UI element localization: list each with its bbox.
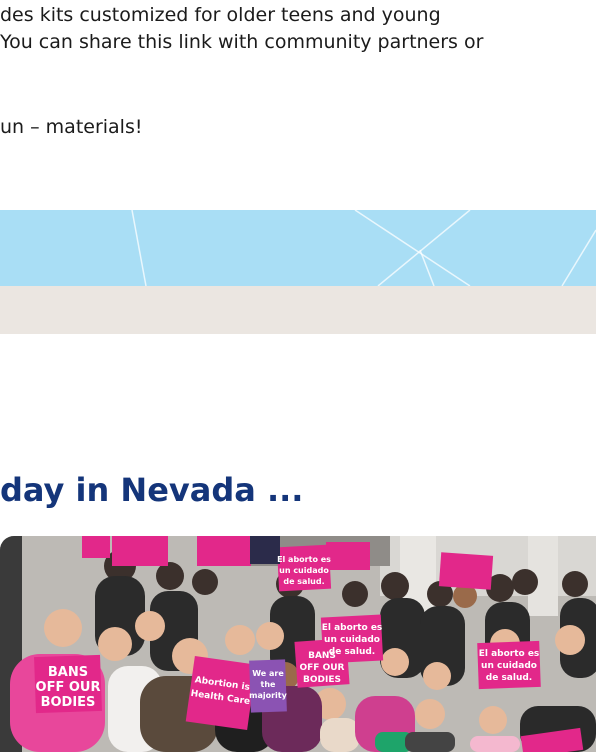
band-line-pattern [131,210,596,286]
sign-majority-line2: the [261,680,277,689]
sign-aborto3-line2: un cuidado [279,566,329,575]
sign-aborto-line1: El aborto es [322,623,383,633]
sign-aborto3-line3: de salud. [283,577,324,586]
decorative-beige-band [0,286,596,334]
sign-majority-line1: We are [252,669,284,678]
rally-photo: BANS OFF OUR BODIES Abortion is Health C… [0,536,596,752]
sign-aborto2-line1: El aborto es [479,649,540,659]
sign-aborto2-line2: un cuidado [481,661,537,671]
sign-bans-line3: BODIES [41,695,96,710]
sign-aborto2-line3: de salud. [486,673,532,683]
sign-bans2-line2: OFF OUR [300,663,345,673]
sign-bans2-line3: BODIES [303,675,341,685]
sign-aborto-line2: un cuidado [324,635,380,645]
sign-bans-line2: OFF OUR [36,680,101,695]
sign-bans-line1: BANS [48,665,88,680]
sign-aborto3-line1: El aborto es [277,555,331,564]
section-heading: day in Nevada ... [0,471,304,509]
sign-majority-line3: majority [249,691,287,700]
decorative-blue-band [0,210,596,286]
sign-bans2-line1: BANS [308,651,336,661]
intro-line-1: des kits customized for older teens and … [0,4,441,26]
intro-paragraph: des kits customized for older teens and … [0,2,596,138]
intro-line-3: un – materials! [0,116,143,138]
intro-line-2: You can share this link with community p… [0,31,484,53]
